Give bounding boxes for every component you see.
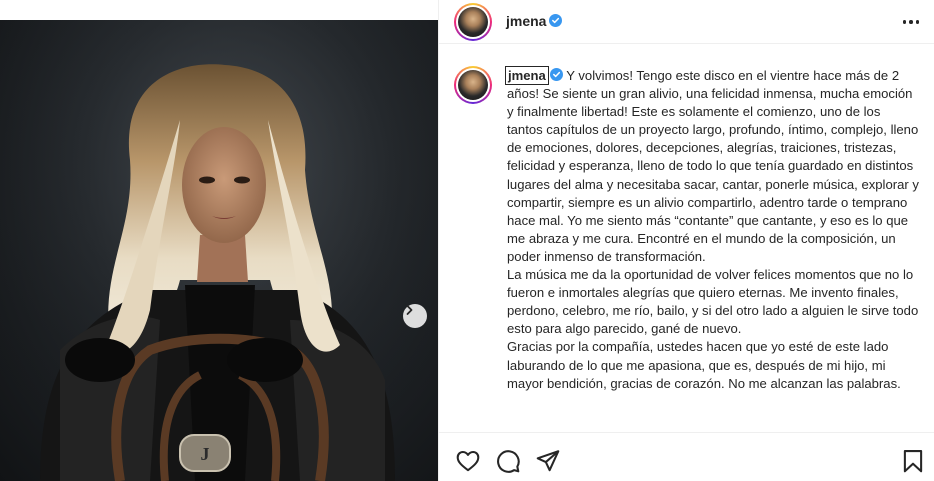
header-username[interactable]: jmena <box>506 13 546 29</box>
action-bar <box>439 432 934 481</box>
share-icon <box>536 450 560 472</box>
header-avatar[interactable] <box>454 3 492 41</box>
chevron-right-icon <box>406 305 413 315</box>
caption-paragraph-2: La música me da la oportunidad de volver… <box>507 267 919 337</box>
post-photo[interactable]: J <box>0 20 438 481</box>
more-horizontal-icon <box>902 20 907 24</box>
post-media-pane: J <box>0 0 438 481</box>
caption-paragraph-3: Gracias por la compañía, ustedes hacen q… <box>507 339 901 391</box>
photo-illustration: J <box>0 20 438 481</box>
bookmark-icon <box>903 450 923 473</box>
post-header: jmena <box>439 0 934 44</box>
caption-text: jmena Y volvimos! Tengo este disco en el… <box>505 66 919 393</box>
caption-avatar[interactable] <box>454 66 492 104</box>
post-sidebar: jmena jmena Y volvimos! Tengo este disco… <box>438 0 934 481</box>
carousel-next-button[interactable] <box>403 304 427 328</box>
svg-text:J: J <box>201 444 210 464</box>
comment-button[interactable] <box>495 448 521 474</box>
caption-area: jmena Y volvimos! Tengo este disco en el… <box>439 55 934 431</box>
share-button[interactable] <box>535 448 561 474</box>
caption-username[interactable]: jmena <box>505 66 549 85</box>
save-button[interactable] <box>900 448 926 474</box>
verified-badge-icon <box>549 14 563 27</box>
comment-icon <box>497 450 520 473</box>
heart-icon <box>456 450 480 472</box>
verified-badge-icon <box>549 68 563 81</box>
more-options-button[interactable] <box>900 12 922 32</box>
caption-paragraph-1: jmena Y volvimos! Tengo este disco en el… <box>505 66 919 264</box>
like-button[interactable] <box>455 448 481 474</box>
